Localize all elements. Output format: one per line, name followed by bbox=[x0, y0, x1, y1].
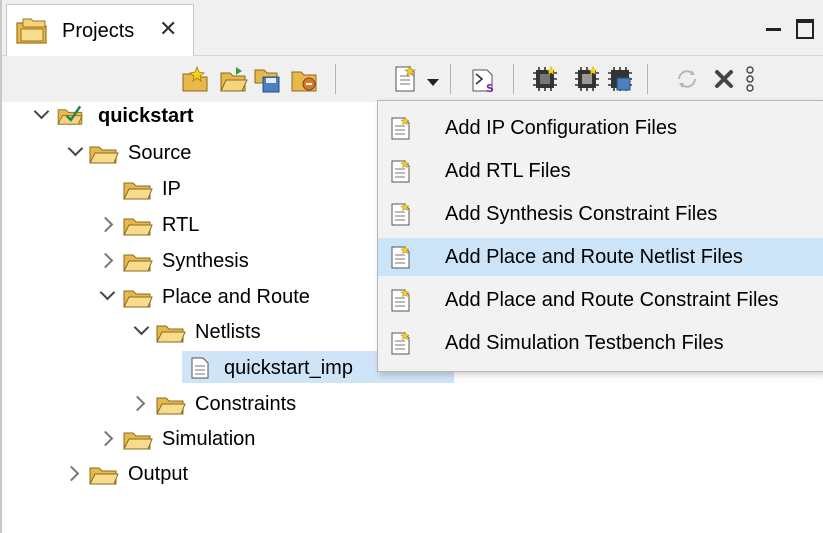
tree-item-ip[interactable]: IP bbox=[2, 173, 372, 205]
minimize-icon[interactable] bbox=[764, 22, 784, 42]
menu-item-add-rtl-files[interactable]: Add RTL Files bbox=[378, 152, 823, 190]
toolbar-separator bbox=[647, 64, 648, 94]
folder-icon bbox=[89, 146, 119, 164]
generate-bitstream-icon[interactable] bbox=[605, 64, 635, 94]
new-project-icon[interactable] bbox=[180, 64, 210, 94]
chevron-right-icon[interactable] bbox=[97, 252, 114, 269]
chevron-down-icon[interactable] bbox=[427, 79, 439, 86]
tree-item-label: quickstart_imp bbox=[224, 357, 353, 379]
toolbar-separator bbox=[335, 64, 336, 94]
tree-item-label: Simulation bbox=[162, 428, 256, 450]
projects-view: Projects ✕ S quickstart Source IP RTL Sy… bbox=[0, 0, 823, 533]
tree-item-place-and-route[interactable]: Place and Route bbox=[2, 281, 372, 313]
toolbar: S bbox=[2, 56, 823, 102]
synthesize-icon[interactable] bbox=[530, 64, 560, 94]
menu-item-label: Add Simulation Testbench Files bbox=[445, 332, 724, 354]
close-icon[interactable]: ✕ bbox=[159, 17, 177, 41]
file-icon bbox=[191, 357, 209, 379]
menu-item-label: Add RTL Files bbox=[445, 160, 571, 182]
open-project-icon[interactable] bbox=[218, 64, 248, 94]
chevron-right-icon[interactable] bbox=[97, 216, 114, 233]
tree-item-label: Netlists bbox=[195, 321, 261, 343]
maximize-icon[interactable] bbox=[796, 19, 816, 39]
chevron-down-icon[interactable] bbox=[99, 284, 116, 301]
settings-icon[interactable]: S bbox=[468, 64, 498, 94]
chevron-right-icon[interactable] bbox=[97, 430, 114, 447]
tree-item-rtl[interactable]: RTL bbox=[2, 209, 372, 241]
folder-icon bbox=[156, 325, 186, 343]
add-file-icon[interactable] bbox=[390, 64, 420, 94]
tree-item-netlists[interactable]: Netlists bbox=[2, 316, 372, 348]
tree-item-synthesis[interactable]: Synthesis bbox=[2, 245, 372, 277]
menu-item-label: Add IP Configuration Files bbox=[445, 117, 677, 139]
menu-item-label: Add Synthesis Constraint Files bbox=[445, 203, 718, 225]
folder-icon bbox=[123, 432, 153, 450]
refresh-icon[interactable] bbox=[672, 64, 702, 94]
menu-item-label: Add Place and Route Netlist Files bbox=[445, 246, 743, 268]
menu-item-add-place-and-route-constraint-files[interactable]: Add Place and Route Constraint Files bbox=[378, 281, 823, 319]
menu-item-add-synthesis-constraint-files[interactable]: Add Synthesis Constraint Files bbox=[378, 195, 823, 233]
add-file-icon bbox=[391, 116, 410, 140]
tree-item-label: IP bbox=[162, 178, 181, 200]
folder-icon bbox=[123, 290, 153, 308]
menu-item-add-ip-configuration-files[interactable]: Add IP Configuration Files bbox=[378, 109, 823, 147]
tree-item-label: Source bbox=[128, 142, 192, 164]
chevron-down-icon[interactable] bbox=[133, 319, 150, 336]
place-route-icon[interactable] bbox=[572, 64, 602, 94]
chevron-right-icon[interactable] bbox=[63, 465, 80, 482]
chevron-right-icon[interactable] bbox=[129, 395, 146, 412]
tree-item-label: Synthesis bbox=[162, 250, 249, 272]
tree-item-label: RTL bbox=[162, 214, 200, 236]
add-files-dropdown-menu: Add IP Configuration Files Add RTL Files… bbox=[377, 100, 823, 372]
tree-item-constraints[interactable]: Constraints bbox=[2, 388, 372, 420]
add-file-icon bbox=[391, 159, 410, 183]
menu-item-add-place-and-route-netlist-files[interactable]: Add Place and Route Netlist Files bbox=[378, 238, 823, 276]
chevron-down-icon[interactable] bbox=[67, 140, 84, 157]
folder-icon bbox=[89, 467, 119, 485]
project-icon bbox=[57, 105, 83, 125]
folder-icon bbox=[123, 182, 153, 200]
tab-projects[interactable]: Projects ✕ bbox=[6, 4, 194, 56]
tree-item-label: quickstart bbox=[98, 105, 194, 127]
tree-item-output[interactable]: Output bbox=[2, 458, 372, 490]
folder-icon bbox=[123, 218, 153, 236]
add-file-icon bbox=[391, 202, 410, 226]
folder-icon bbox=[156, 397, 186, 415]
tree-item-source[interactable]: Source bbox=[2, 137, 372, 169]
add-file-icon bbox=[391, 331, 410, 355]
toolbar-separator bbox=[513, 64, 514, 94]
tree-item-label: Output bbox=[128, 463, 189, 485]
chevron-down-icon[interactable] bbox=[33, 103, 50, 120]
tree-item-label: Constraints bbox=[195, 393, 297, 415]
view-title-bar: Projects ✕ bbox=[2, 0, 823, 56]
menu-item-add-simulation-testbench-files[interactable]: Add Simulation Testbench Files bbox=[378, 324, 823, 362]
tab-label: Projects bbox=[62, 20, 135, 42]
add-file-icon bbox=[391, 245, 410, 269]
save-project-icon[interactable] bbox=[252, 64, 282, 94]
delete-icon[interactable] bbox=[709, 64, 739, 94]
tree-item-label: Place and Route bbox=[162, 286, 310, 308]
tree-item-simulation[interactable]: Simulation bbox=[2, 423, 372, 455]
menu-item-label: Add Place and Route Constraint Files bbox=[445, 289, 779, 311]
close-project-icon[interactable] bbox=[289, 64, 319, 94]
svg-text:S: S bbox=[486, 82, 494, 94]
tree-item-quickstart[interactable]: quickstart bbox=[2, 100, 372, 132]
add-file-icon bbox=[391, 288, 410, 312]
folder-icon bbox=[123, 254, 153, 272]
more-options-icon[interactable] bbox=[742, 64, 758, 94]
toolbar-separator bbox=[450, 64, 451, 94]
projects-folder-icon bbox=[16, 18, 47, 44]
